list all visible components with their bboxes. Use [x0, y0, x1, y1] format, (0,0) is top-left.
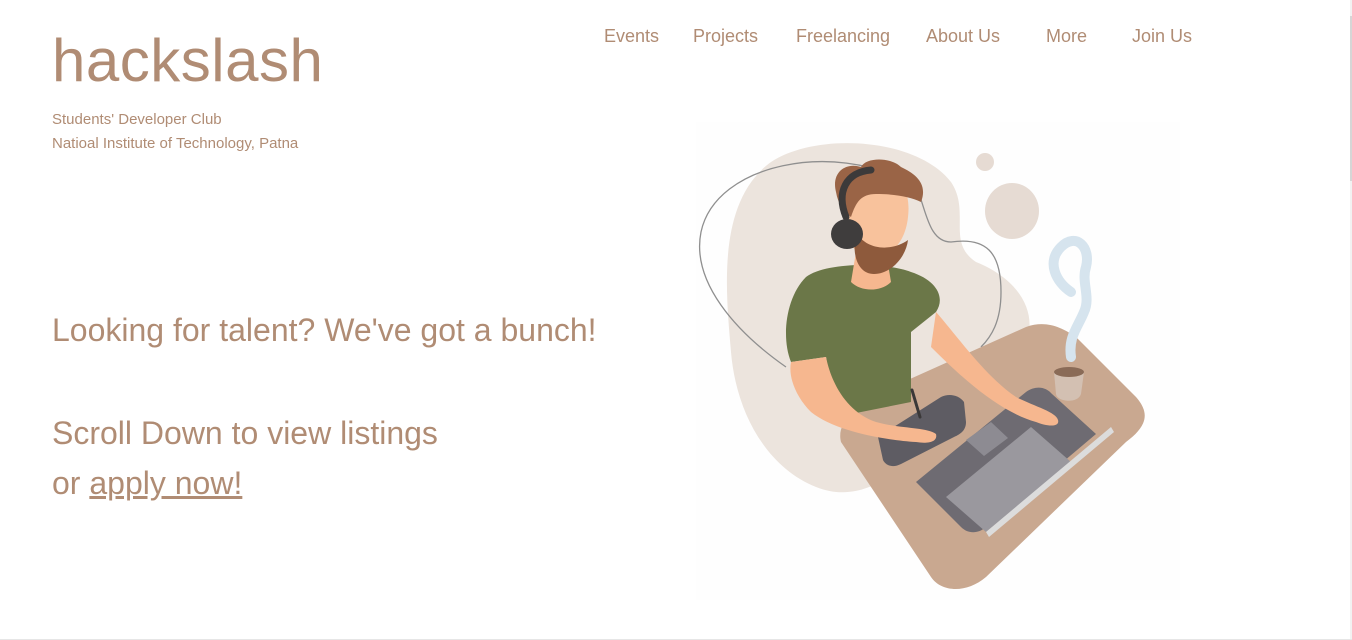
- nav-item-projects[interactable]: Projects: [693, 26, 758, 47]
- decor-dot-large: [985, 183, 1039, 239]
- hero-headline: Looking for talent? We've got a bunch!: [52, 312, 597, 348]
- hero-scroll-text: Scroll Down to view listings: [52, 415, 438, 451]
- headphone-earcup: [831, 219, 863, 249]
- nav-item-about-us[interactable]: About Us: [926, 26, 1000, 47]
- site-logo-title[interactable]: hackslash: [52, 28, 323, 94]
- brand-subtitle-club: Students' Developer Club: [52, 111, 222, 128]
- hero-apply-line: or apply now!: [52, 458, 597, 508]
- brand-block: hackslash Students' Developer Club Natio…: [52, 28, 323, 156]
- nav-item-events[interactable]: Events: [604, 26, 659, 47]
- nav-item-freelancing[interactable]: Freelancing: [796, 26, 890, 47]
- decor-dot-small: [976, 153, 994, 171]
- hero-or-text: or: [52, 465, 90, 501]
- nav-item-join-us[interactable]: Join Us: [1132, 26, 1192, 47]
- brand-subtitle: Students' Developer Club Natioal Institu…: [52, 108, 323, 156]
- developer-illustration: [696, 122, 1180, 600]
- developer-at-laptop-icon: [699, 143, 1145, 590]
- brand-subtitle-institute: Natioal Institute of Technology, Patna: [52, 135, 299, 152]
- nav-item-more[interactable]: More: [1046, 26, 1087, 47]
- page: hackslash Students' Developer Club Natio…: [0, 0, 1352, 640]
- apply-now-link[interactable]: apply now!: [89, 465, 242, 501]
- hero-section: Looking for talent? We've got a bunch! S…: [52, 310, 597, 508]
